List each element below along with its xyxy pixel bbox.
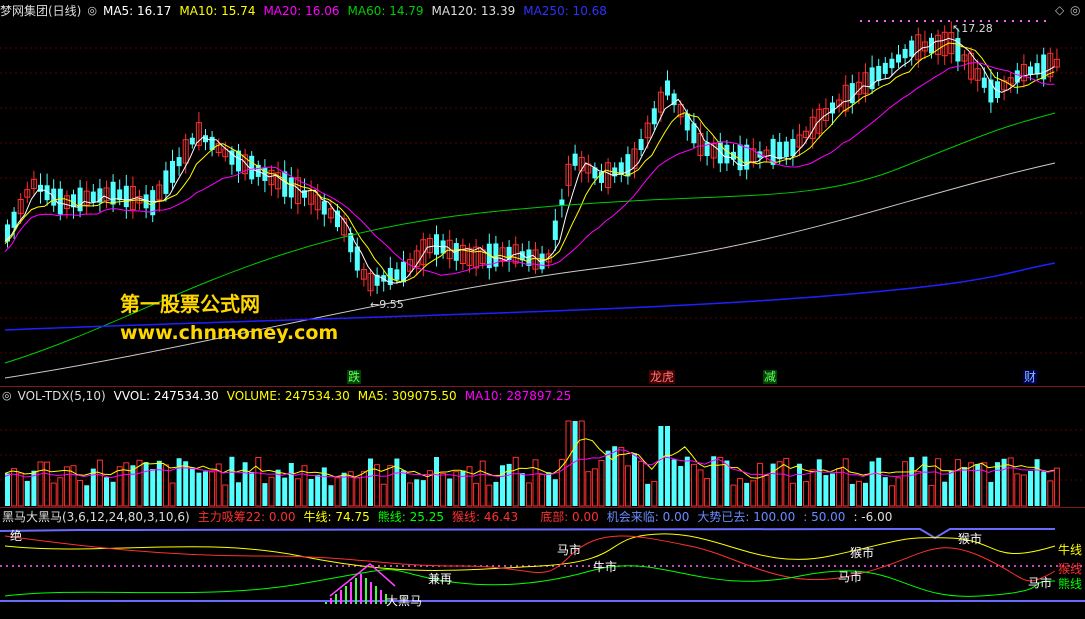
event-marker-longhu[interactable]: 龙虎 [649, 370, 676, 384]
label-mashi-1: 马市 [557, 543, 582, 557]
volume-header: ◎ VOL-TDX(5,10) VVOL: 247534.30 VOLUME: … [0, 387, 579, 405]
label-niushi: 牛市 [593, 560, 618, 574]
expand-icon[interactable]: ◇ [1055, 3, 1064, 17]
right-label-niu: 牛线 [1058, 543, 1083, 557]
high-value: 17.28 [961, 22, 993, 35]
watermark-url: www.chnmoney.com [120, 322, 339, 344]
vol-name: VOL-TDX(5,10) [17, 389, 106, 403]
indicator-chart [0, 527, 1085, 604]
vol-ma10-label: MA10: 287897.25 [464, 389, 572, 403]
niu-label: 牛线: 74.75 [303, 510, 370, 524]
vneg-label: : -6.00 [853, 510, 893, 524]
low-annotation: ←9.55 [370, 298, 404, 311]
event-marker-cai[interactable]: 财 [1023, 370, 1038, 384]
close-icon[interactable]: ◎ [1070, 3, 1080, 17]
label-mashi-2: 马市 [838, 570, 863, 584]
volume-settings-icon[interactable]: ◎ [2, 387, 12, 405]
xiong-label: 熊线: 25.25 [377, 510, 444, 524]
vol-ma5-label: MA5: 309075.50 [357, 389, 457, 403]
dibu-label: 底部: 0.00 [540, 510, 599, 524]
high-annotation: ↖17.28 [952, 22, 993, 35]
v50-label: : 50.00 [803, 510, 846, 524]
hou-label: 猴线: 46.43 [451, 510, 519, 524]
dashi-label: 大势已去: 100.00 [697, 510, 796, 524]
label-houshi-2: 猴市 [958, 532, 983, 546]
volume-label: VOLUME: 247534.30 [226, 389, 350, 403]
watermark-title: 第一股票公式网 [120, 292, 260, 316]
jihui-label: 机会来临: 0.00 [606, 510, 690, 524]
label-mashi-3: 马市 [1028, 576, 1053, 590]
label-jue: 绝 [10, 529, 23, 543]
low-value: 9.55 [379, 298, 404, 311]
indicator-header: 黑马大黑马(3,6,12,24,80,3,10,6) 主力吸筹22: 0.00 … [0, 508, 900, 526]
ind-name: 黑马大黑马(3,6,12,24,80,3,10,6) [2, 510, 190, 524]
label-jianshang: 兼再 [428, 572, 453, 586]
event-marker-jian[interactable]: 减 [763, 370, 778, 384]
label-daheima: 大黑马 [386, 594, 423, 608]
right-label-xiong: 熊线 [1058, 577, 1083, 591]
event-marker-die[interactable]: 跌 [347, 370, 362, 384]
volume-chart [0, 420, 1085, 507]
label-houshi-1: 猴市 [850, 546, 875, 560]
zlxc-label: 主力吸筹22: 0.00 [197, 510, 296, 524]
vvol-label: VVOL: 247534.30 [113, 389, 219, 403]
